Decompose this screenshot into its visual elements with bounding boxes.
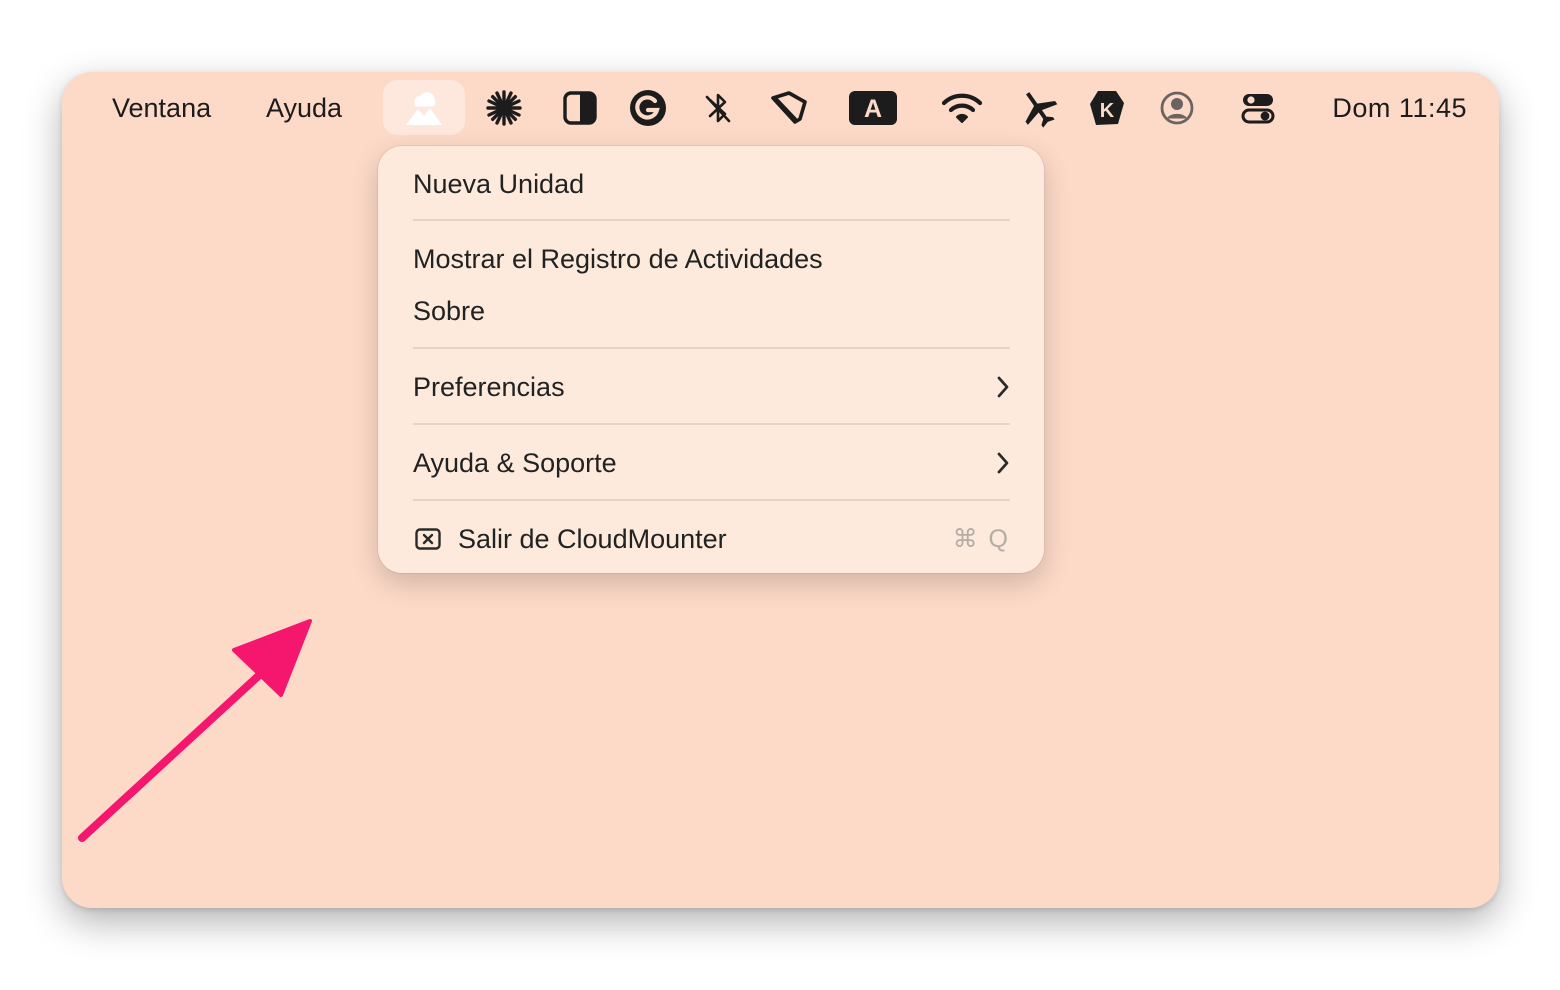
- airplane-icon[interactable]: [1014, 85, 1062, 131]
- chevron-right-icon: [996, 375, 1010, 406]
- keyboard-input-letter: A: [864, 95, 882, 123]
- menu-separator: [413, 423, 1010, 425]
- contrast-icon[interactable]: [556, 85, 604, 131]
- menu-separator: [413, 499, 1010, 501]
- svg-text:K: K: [1100, 100, 1115, 122]
- menu-bar: Ventana Ayuda A K Dom 11:45: [62, 72, 1499, 144]
- menu-ventana[interactable]: Ventana: [112, 91, 211, 125]
- menu-item-label: Ayuda & Soporte: [413, 447, 617, 478]
- menu-item-new-drive[interactable]: Nueva Unidad: [413, 164, 1010, 204]
- quit-shortcut: ⌘ Q: [952, 525, 1010, 553]
- control-center-icon[interactable]: [1234, 85, 1282, 131]
- bluetooth-icon[interactable]: [694, 85, 742, 131]
- menu-item-label: Mostrar el Registro de Actividades: [413, 243, 823, 274]
- quit-icon: [415, 528, 441, 550]
- menu-item-about[interactable]: Sobre: [413, 291, 1010, 331]
- cloudmounter-icon[interactable]: [400, 85, 448, 131]
- kit-icon[interactable]: K: [1083, 85, 1131, 131]
- menu-ayuda[interactable]: Ayuda: [266, 91, 342, 125]
- menu-item-label: Nueva Unidad: [413, 168, 585, 199]
- menu-separator: [413, 347, 1010, 349]
- cloudmounter-dropdown-menu: Nueva Unidad Mostrar el Registro de Acti…: [378, 146, 1044, 573]
- pen-tool-icon[interactable]: [765, 85, 813, 131]
- menu-item-help-support[interactable]: Ayuda & Soporte: [413, 443, 1010, 483]
- wifi-icon[interactable]: [938, 85, 986, 131]
- chevron-right-icon: [996, 451, 1010, 482]
- keyboard-input-icon[interactable]: A: [847, 85, 899, 131]
- menu-separator: [413, 219, 1010, 221]
- asterisk-icon[interactable]: [480, 85, 528, 131]
- menu-item-preferences[interactable]: Preferencias: [413, 367, 1010, 407]
- menu-item-activity-log[interactable]: Mostrar el Registro de Actividades: [413, 239, 1010, 279]
- desktop-window: Ventana Ayuda A K Dom 11:45 Nueva Unidad…: [62, 72, 1499, 908]
- menu-item-label: Preferencias: [413, 371, 565, 402]
- user-account-icon[interactable]: [1153, 85, 1201, 131]
- menu-item-label: Salir de CloudMounter: [458, 523, 727, 554]
- menubar-clock[interactable]: Dom 11:45: [1332, 91, 1467, 125]
- grammarly-icon[interactable]: [624, 85, 672, 131]
- menu-item-label: Sobre: [413, 295, 486, 326]
- menu-item-quit[interactable]: Salir de CloudMounter ⌘ Q: [413, 519, 1010, 559]
